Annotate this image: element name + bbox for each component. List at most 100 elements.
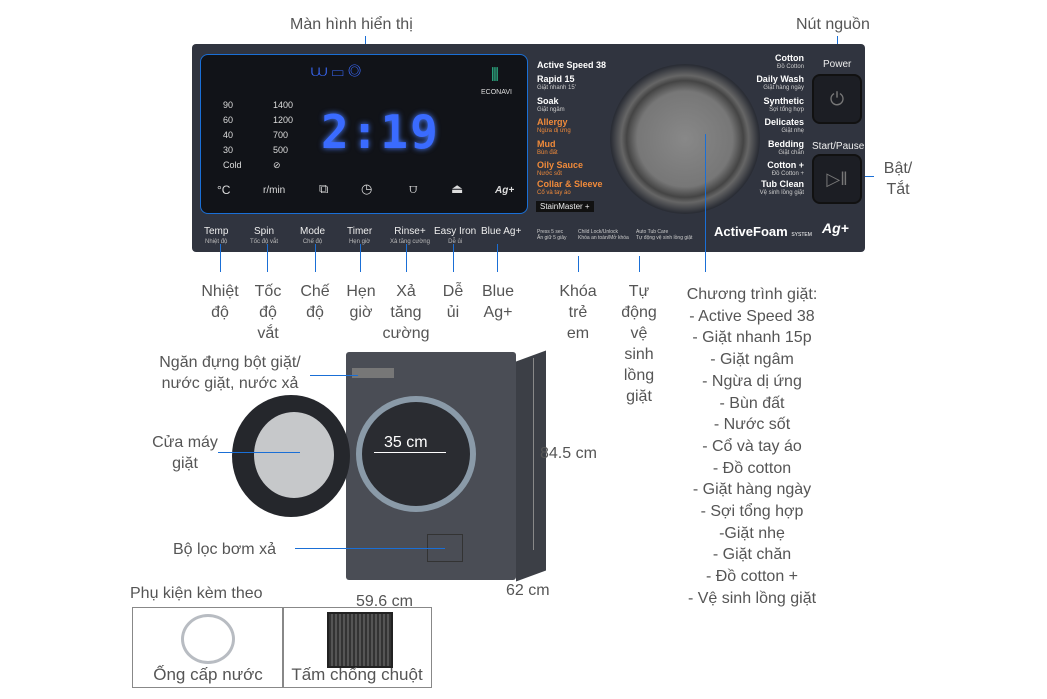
plate-label: Tấm chống chuột bbox=[291, 665, 423, 684]
program-item: - Giặt chăn bbox=[712, 546, 792, 564]
tub-callout: Tự động vệ sinh lồng giặt bbox=[621, 283, 657, 405]
tub-leader bbox=[639, 256, 640, 272]
temp-40: 40 bbox=[223, 130, 234, 140]
power-callout: Nút nguồn bbox=[796, 16, 870, 33]
filter-callout: Bộ lọc bơm xả bbox=[173, 541, 276, 558]
program-dial[interactable] bbox=[610, 64, 760, 214]
stainmaster-badge: StainMaster + bbox=[536, 201, 594, 212]
prog-daily-wash: Daily Wash Giặt hàng ngày bbox=[756, 74, 804, 92]
display-callout: Màn hình hiển thị bbox=[290, 16, 413, 33]
easy-iron-button[interactable]: Easy Iron Dễ ủi bbox=[434, 227, 476, 247]
wash-icons: ⩊ ▭ ◎ bbox=[311, 63, 361, 80]
program-item: - Active Speed 38 bbox=[689, 307, 815, 325]
mode-callout: Chế độ bbox=[300, 283, 330, 321]
timer-leader bbox=[360, 244, 361, 272]
spin-700: 700 bbox=[273, 130, 289, 140]
mode-leader bbox=[315, 244, 316, 272]
timer-icon: ◷ bbox=[361, 181, 373, 196]
activefoam-logo: ActiveFoam SYSTEM bbox=[714, 224, 812, 239]
program-item: - Ngừa dị ứng bbox=[702, 372, 802, 390]
spin-callout: Tốc độ vắt bbox=[254, 283, 282, 342]
temp-unit: °C bbox=[217, 183, 231, 197]
power-button[interactable]: ⏻ bbox=[812, 74, 862, 124]
econavi-label: ECONAVI bbox=[481, 89, 512, 96]
econavi-icon: ⦀ bbox=[491, 65, 499, 85]
temp-60: 60 bbox=[223, 115, 234, 125]
ag-icon: Ag+ bbox=[495, 185, 515, 196]
dial-leader bbox=[705, 134, 706, 272]
play-pause-icon: ▷‖ bbox=[826, 168, 848, 189]
control-panel: ⩊ ▭ ◎ ⦀ ECONAVI 90 60 40 30 Cold 1400 12… bbox=[192, 44, 865, 252]
time-readout: 2:19 bbox=[321, 105, 440, 159]
program-item: - Giặt ngâm bbox=[710, 351, 794, 369]
program-item: - Nước sốt bbox=[713, 416, 791, 434]
spin-1400: 1400 bbox=[273, 100, 294, 110]
rinse-icon: ⩌ bbox=[409, 181, 418, 196]
press-note: Press 5 sec Ấn giữ 5 giây bbox=[537, 229, 567, 241]
spin-1200: 1200 bbox=[273, 115, 294, 125]
lock-leader bbox=[578, 256, 579, 272]
spin-unit: r/min bbox=[263, 185, 286, 196]
no-spin-icon: ⊘ bbox=[273, 160, 281, 170]
spin-button[interactable]: Spin Tốc độ vắt bbox=[250, 227, 278, 247]
ag-leader bbox=[497, 244, 498, 272]
temp-button[interactable]: Temp Nhiệt độ bbox=[204, 227, 228, 247]
dispenser-drawer bbox=[352, 368, 394, 378]
door-glass bbox=[254, 412, 334, 498]
hose-label: Ống cấp nước bbox=[153, 665, 263, 684]
program-item: - Bùn đất bbox=[719, 394, 785, 412]
spin-leader bbox=[267, 244, 268, 272]
auto-tub-note: Auto Tub Care Tự động vệ sinh lồng giặt bbox=[636, 229, 693, 241]
program-item: - Sợi tổng hợp bbox=[700, 503, 804, 521]
temp-cold: Cold bbox=[223, 160, 242, 170]
prog-cotton: Cotton Đồ Cotton bbox=[775, 53, 804, 71]
blue-ag-button[interactable]: Blue Ag+ bbox=[481, 227, 521, 237]
program-list-title: Chương trình giặt: bbox=[686, 286, 818, 303]
spin-500: 500 bbox=[273, 145, 289, 155]
program-item: - Giặt nhanh 15p bbox=[692, 329, 812, 347]
hose-icon bbox=[181, 614, 235, 664]
temp-leader bbox=[220, 244, 221, 272]
program-item: -Giặt nhẹ bbox=[719, 524, 785, 542]
mode-button[interactable]: Mode Chế độ bbox=[300, 227, 325, 247]
door-size: 35 cm bbox=[384, 434, 428, 451]
accessory-hose: Ống cấp nước bbox=[132, 607, 284, 688]
prog-mud: Mud Bùn đất bbox=[537, 139, 558, 157]
power-label: Power bbox=[823, 59, 852, 70]
timer-callout: Hẹn giờ bbox=[346, 283, 376, 321]
temp-callout: Nhiệt độ bbox=[201, 283, 239, 321]
prog-soak: Soak Giặt ngâm bbox=[537, 96, 565, 114]
spin-list: 1400 1200 700 500 ⊘ bbox=[273, 98, 293, 173]
child-lock-note: Child Lock/Unlock Khóa an toàn/Mở khóa bbox=[578, 229, 629, 241]
prog-allergy: Allergy Ngừa dị ứng bbox=[537, 117, 571, 135]
door-leader bbox=[218, 452, 300, 453]
door-callout: Cửa máy giặt bbox=[152, 434, 218, 472]
program-item: - Giặt hàng ngày bbox=[692, 481, 812, 499]
prog-oily-sauce: Oily Sauce Nước sốt bbox=[537, 160, 584, 178]
iron-callout: Dễ ủi bbox=[442, 283, 464, 321]
lock-callout: Khóa trẻ em bbox=[559, 283, 597, 342]
ag-callout: Blue Ag+ bbox=[481, 283, 515, 321]
drum-opening bbox=[356, 396, 476, 512]
rinse-button[interactable]: Rinse+ Xả tăng cường bbox=[390, 227, 430, 247]
power-icon: ⏻ bbox=[829, 88, 845, 109]
blue-ag-logo: Ag+ bbox=[822, 220, 849, 236]
prog-active-speed: Active Speed 38 bbox=[537, 60, 607, 70]
dispenser-callout: Ngăn đựng bột giặt/ nước giặt, nước xả bbox=[159, 354, 301, 392]
program-list: Chương trình giặt: - Active Speed 38 - G… bbox=[672, 284, 832, 610]
rinse-leader bbox=[406, 244, 407, 272]
plate-icon bbox=[327, 612, 393, 668]
dispenser-leader bbox=[310, 375, 358, 376]
accessory-rodent-plate: Tấm chống chuột bbox=[282, 607, 432, 688]
rinse-callout: Xả tăng cường bbox=[382, 283, 430, 342]
height-arrow bbox=[533, 358, 534, 550]
temp-90: 90 bbox=[223, 100, 234, 110]
mode-icon: ⧉ bbox=[319, 181, 329, 196]
machine-side bbox=[516, 350, 546, 582]
prog-collar: Collar & Sleeve Cổ và tay áo bbox=[537, 179, 603, 197]
start-pause-label: Start/Pause bbox=[812, 141, 865, 152]
program-item: - Vệ sinh lồng giặt bbox=[687, 589, 817, 607]
start-pause-button[interactable]: ▷‖ bbox=[812, 154, 862, 204]
program-item: - Đồ cotton bbox=[712, 459, 792, 477]
accessories-title: Phụ kiện kèm theo bbox=[130, 585, 263, 602]
